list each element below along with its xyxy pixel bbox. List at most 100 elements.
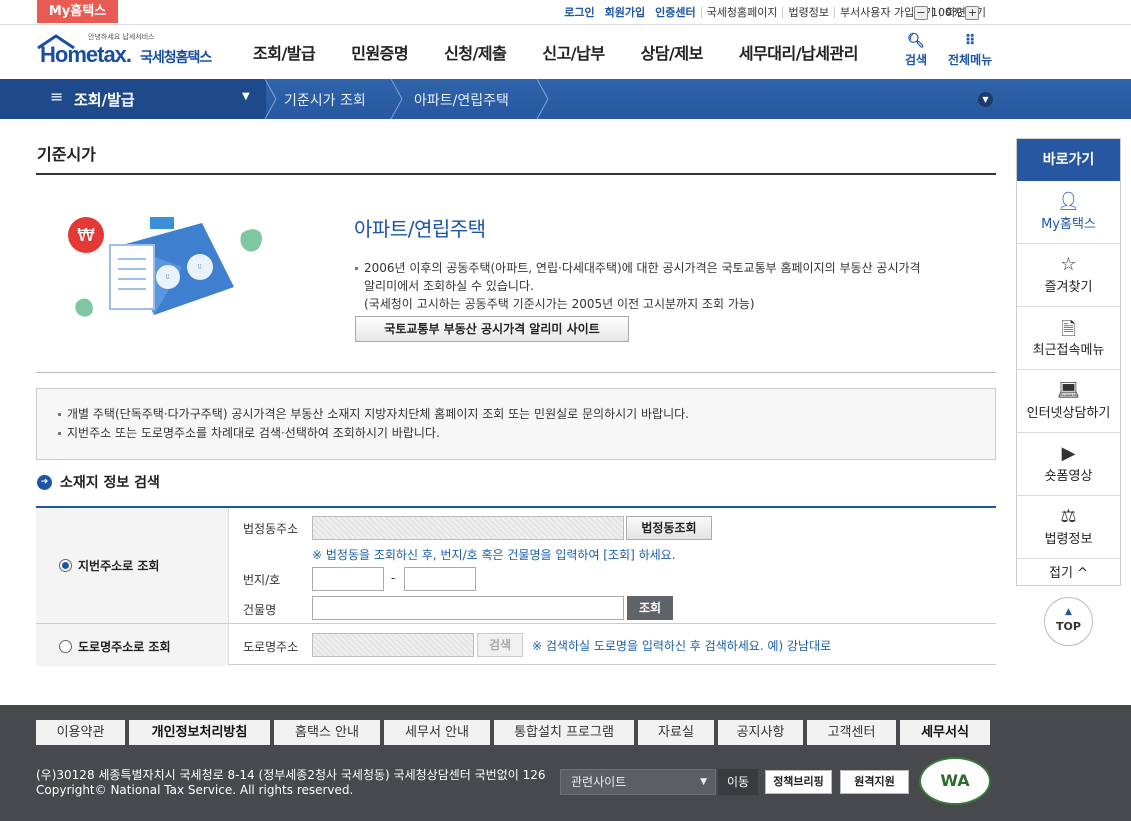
footer-terms[interactable]: 이용약관	[36, 720, 125, 745]
zoom-control: − 100% +	[911, 4, 982, 21]
related-site-select[interactable]: 관련사이트 ▼	[560, 769, 716, 795]
breadcrumb-item-apartment[interactable]: 아파트/연립주택	[414, 90, 509, 110]
law-info-link[interactable]: 법령정보	[782, 7, 833, 18]
section-description: 2006년 이후의 공동주택(아파트, 연립·다세대주택)에 대한 공시가격은 …	[354, 259, 974, 313]
footer-notice[interactable]: 공지사항	[718, 720, 803, 745]
dong-hint: ※ 법정동을 조회하신 후, 번지/호 혹은 건물명을 입력하여 [조회] 하세…	[312, 546, 676, 563]
gavel-icon: ⚖	[1017, 506, 1120, 528]
header: 안녕하세요 납세서비스 Hometax. 국세청홈택스 조회/발급 민원증명 신…	[0, 25, 1131, 79]
arrow-up-icon: ▲	[1045, 607, 1092, 620]
footer-address: (우)30128 세종특별자치시 국세청로 8-14 (정부세종2청사 국세청동…	[36, 768, 546, 798]
molit-price-site-button[interactable]: 국토교통부 부동산 공시가격 알리미 사이트	[355, 316, 629, 342]
road-radio-option[interactable]: 도로명주소로 조회	[59, 638, 171, 655]
quick-menu-title: 바로가기	[1017, 139, 1120, 181]
dong-address-label: 법정동주소	[243, 520, 298, 537]
grid-menu-icon: ⠿	[948, 33, 992, 51]
footer-install-program[interactable]: 통합설치 프로그램	[494, 720, 634, 745]
notice-box: 개별 주택(단독주택·다가구주택) 공시가격은 부동산 소재지 지방자치단체 홈…	[36, 388, 996, 460]
road-radio[interactable]	[59, 640, 72, 653]
section-divider	[36, 372, 996, 373]
breadcrumb-separator-icon	[264, 79, 278, 119]
login-link[interactable]: 로그인	[559, 7, 599, 18]
dong-address-input[interactable]	[312, 516, 624, 540]
arrow-circle-icon: ➜	[37, 475, 52, 490]
caret-down-icon: ▼	[700, 770, 707, 794]
breadcrumb: ≡ 조회/발급 ▼ 기준시가 조회 아파트/연립주택 ▼	[0, 79, 1131, 119]
nts-home-link[interactable]: 국세청홈페이지	[701, 7, 783, 18]
page-title: 기준시가	[37, 141, 96, 165]
footer-customer-center[interactable]: 고객센터	[807, 720, 896, 745]
breadcrumb-expand-icon[interactable]: ▼	[978, 92, 993, 107]
building-label: 건물명	[243, 601, 276, 618]
quick-law-info[interactable]: ⚖ 법령정보	[1017, 496, 1120, 559]
hamburger-icon: ≡	[50, 87, 63, 106]
gnb-certificates[interactable]: 민원증명	[351, 40, 408, 64]
notice-item: 지번주소 또는 도로명주소를 차례대로 검색·선택하여 조회하시기 바랍니다.	[57, 424, 995, 443]
footer-office-guide[interactable]: 세무서 안내	[384, 720, 490, 745]
footer-archive[interactable]: 자료실	[638, 720, 714, 745]
zoom-in-button[interactable]: +	[965, 6, 979, 20]
jibun-radio-option[interactable]: 지번주소로 조회	[59, 557, 159, 574]
svg-text:₩: ₩	[77, 225, 95, 246]
footer: 이용약관 개인정보처리방침 홈택스 안내 세무서 안내 통합설치 프로그램 자료…	[0, 705, 1131, 821]
gnb-tax-agent[interactable]: 세무대리/납세관리	[739, 40, 858, 64]
notice-item: 개별 주택(단독주택·다가구주택) 공시가격은 부동산 소재지 지방자치단체 홈…	[57, 405, 995, 424]
related-site-go-button[interactable]: 이동	[718, 769, 758, 795]
search-section-title: ➜ 소재지 정보 검색	[37, 472, 160, 492]
quick-online-consult[interactable]: 💻︎ 인터넷상담하기	[1017, 370, 1120, 433]
bunji-label: 번지/호	[243, 571, 280, 588]
gnb-report-pay[interactable]: 신고/납부	[542, 40, 604, 64]
gnb-consult[interactable]: 상담/제보	[641, 40, 703, 64]
bunji-main-input[interactable]	[312, 567, 384, 591]
road-hint: ※ 검색하실 도로명을 입력하신 후 검색하세요. 예) 강남대로	[532, 637, 831, 654]
bunji-sub-input[interactable]	[404, 567, 476, 591]
section-title: 아파트/연립주택	[354, 213, 486, 242]
footer-tax-forms[interactable]: 세무서식	[900, 720, 990, 745]
signup-link[interactable]: 회원가입	[600, 7, 650, 18]
road-row: 도로명주소로 조회 도로명주소 검색 ※ 검색하실 도로명을 입력하신 후 검색…	[36, 624, 996, 666]
footer-hometax-guide[interactable]: 홈택스 안내	[274, 720, 380, 745]
play-icon: ▶	[1017, 443, 1120, 465]
quick-shorts-video[interactable]: ▶ 숏폼영상	[1017, 433, 1120, 496]
zoom-out-button[interactable]: −	[914, 6, 928, 20]
my-hometax-tab[interactable]: My홈택스	[37, 0, 118, 23]
utility-bar: My홈택스 로그인 회원가입 인증센터 국세청홈페이지 법령정보 부서사용자 가…	[0, 0, 1131, 25]
jibun-radio[interactable]	[59, 559, 72, 572]
gnb-inquiry[interactable]: 조회/발급	[253, 40, 315, 64]
all-menu-button[interactable]: ⠿ 전체메뉴	[948, 33, 992, 68]
zoom-level: 100%	[931, 6, 962, 19]
user-icon: 👤︎	[1017, 191, 1120, 213]
quick-my-hometax[interactable]: 👤︎ My홈택스	[1017, 181, 1120, 244]
caret-down-icon: ▼	[242, 91, 250, 102]
building-name-input[interactable]	[312, 596, 624, 620]
breadcrumb-root[interactable]: ≡ 조회/발급 ▼	[0, 79, 266, 119]
top-button[interactable]: ▲ TOP	[1044, 597, 1093, 646]
breadcrumb-separator-icon	[536, 79, 550, 119]
svg-text:ᵕ̈: ᵕ̈	[166, 274, 170, 285]
breadcrumb-item-base-price[interactable]: 기준시가 조회	[284, 90, 366, 110]
wa-certification-mark: WA	[919, 757, 991, 805]
road-search-button[interactable]: 검색	[477, 633, 523, 657]
footer-menu: 이용약관 개인정보처리방침 홈택스 안내 세무서 안내 통합설치 프로그램 자료…	[36, 720, 994, 745]
jibun-row: 지번주소로 조회 법정동주소 법정동조회 ※ 법정동을 조회하신 후, 번지/호…	[36, 508, 996, 624]
breadcrumb-separator-icon	[390, 79, 404, 119]
policy-briefing-link[interactable]: 정책브리핑	[765, 770, 832, 794]
apartment-illustration-icon: ₩ ᵕ̈ ᵕ̈	[62, 205, 277, 330]
quick-recent-menu[interactable]: 🗎 최근접속메뉴	[1017, 307, 1120, 370]
remote-support-link[interactable]: 원격지원	[840, 770, 909, 794]
hometax-logo[interactable]: 안녕하세요 납세서비스 Hometax. 국세청홈택스	[36, 31, 221, 75]
star-icon: ☆	[1017, 254, 1120, 276]
recent-search-icon: 🗎	[1017, 317, 1120, 339]
gnb-apply[interactable]: 신청/제출	[444, 40, 506, 64]
road-address-input[interactable]	[312, 633, 474, 657]
footer-privacy[interactable]: 개인정보처리방침	[129, 720, 270, 745]
quick-menu: 바로가기 👤︎ My홈택스 ☆ 즐겨찾기 🗎 최근접속메뉴 💻︎ 인터넷상담하기…	[1016, 138, 1121, 586]
header-search-button[interactable]: 🔍︎ 검색	[905, 33, 927, 68]
search-form-table: 지번주소로 조회 법정동주소 법정동조회 ※ 법정동을 조회하신 후, 번지/호…	[36, 506, 996, 665]
cert-center-link[interactable]: 인증센터	[650, 7, 700, 18]
quick-fold-button[interactable]: 접기 ^	[1017, 559, 1120, 588]
query-button[interactable]: 조회	[627, 596, 673, 620]
dong-lookup-button[interactable]: 법정동조회	[626, 516, 712, 540]
global-nav: 조회/발급 민원증명 신청/제출 신고/납부 상담/제보 세무대리/납세관리	[253, 25, 894, 79]
quick-favorites[interactable]: ☆ 즐겨찾기	[1017, 244, 1120, 307]
